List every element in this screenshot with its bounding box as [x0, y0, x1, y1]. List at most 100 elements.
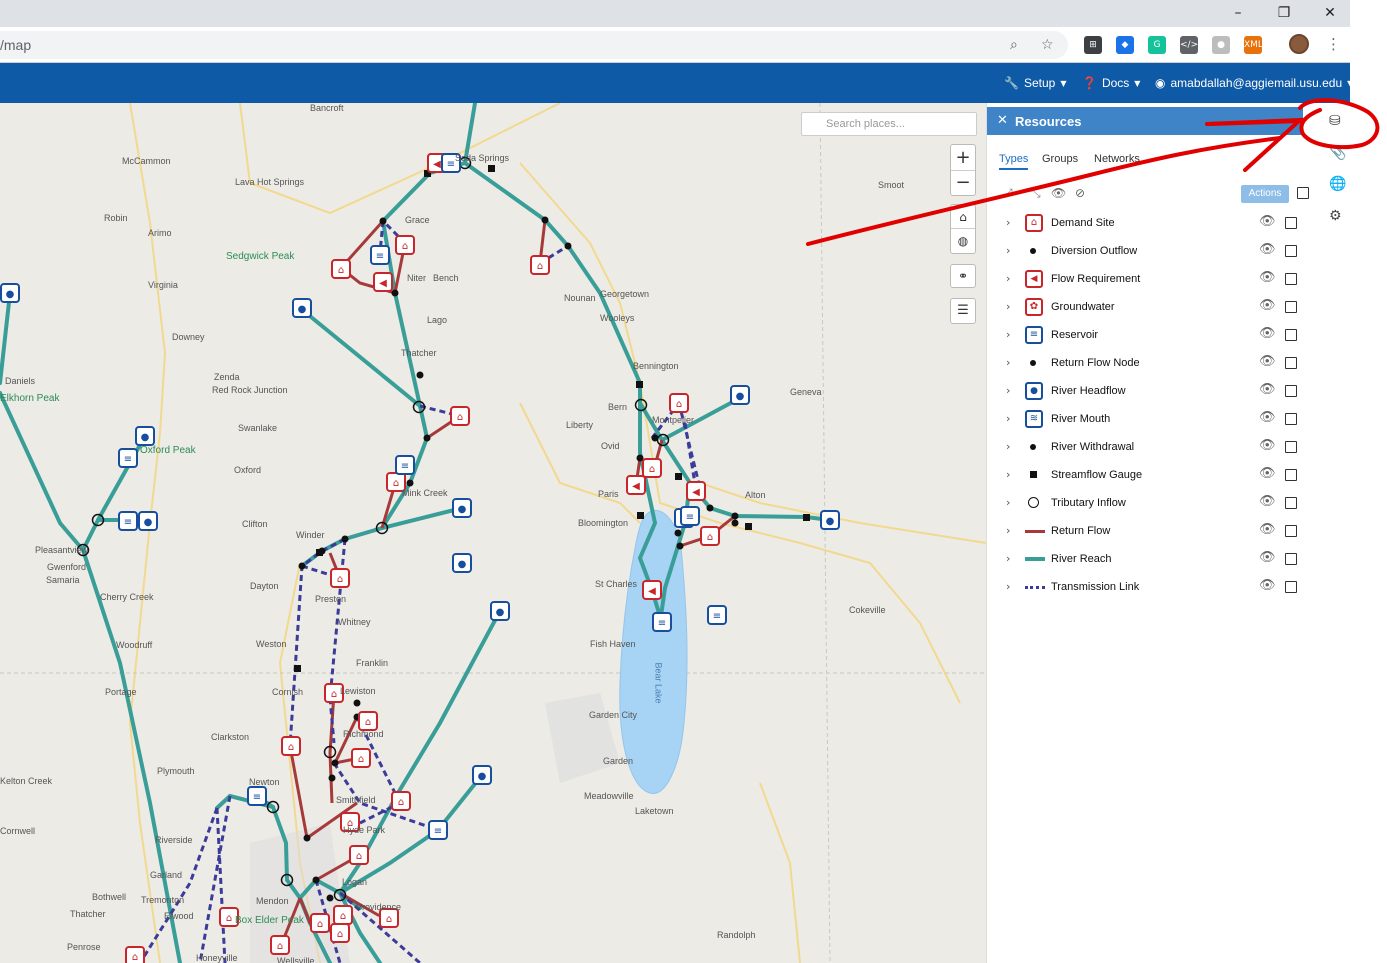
river-headflow-icon[interactable]: ● [0, 283, 20, 303]
network-map[interactable]: ⌂⌂⌂⌂⌂⌂⌂⌂⌂⌂⌂⌂⌂⌂⌂⌂⌂⌂⌂⌂⌂⌂⌂⌂◀◀◀◀◀ ●●●●●●●●●●… [0, 103, 986, 963]
demand-site-icon[interactable]: ⌂ [391, 791, 411, 811]
reservoir-icon[interactable]: ≡ [247, 786, 267, 806]
demand-site-icon[interactable]: ⌂ [358, 711, 378, 731]
resource-type-checkbox[interactable] [1285, 385, 1297, 397]
setup-menu[interactable]: 🔧 Setup ▼ [1004, 76, 1066, 90]
eye-icon[interactable]: 👁 [1259, 410, 1276, 425]
river-headflow-icon[interactable]: ● [820, 510, 840, 530]
eye-icon[interactable]: 👁 [1259, 578, 1276, 593]
river-headflow-icon[interactable]: ● [490, 601, 510, 621]
zoom-icon[interactable]: ⌕ [1010, 37, 1018, 53]
river-headflow-icon[interactable]: ● [452, 553, 472, 573]
resource-type-row[interactable]: › ≋ River Mouth 👁 [987, 406, 1303, 434]
resource-type-row[interactable]: › Diversion Outflow 👁 [987, 238, 1303, 266]
link-icon[interactable]: ⚭ [950, 264, 976, 288]
resource-type-row[interactable]: › ≡ Reservoir 👁 [987, 322, 1303, 350]
eye-icon[interactable]: 👁 [1259, 298, 1276, 313]
flow-requirement-icon[interactable]: ◀ [686, 481, 706, 501]
demand-site-icon[interactable]: ⌂ [395, 235, 415, 255]
eye-icon[interactable]: 👁 [1259, 494, 1276, 509]
browser-menu-icon[interactable]: ⋮ [1326, 35, 1341, 53]
url-text[interactable]: /map [0, 37, 31, 53]
reservoir-icon[interactable]: ≡ [395, 455, 415, 475]
eye-icon[interactable]: 👁 [1259, 354, 1276, 369]
resource-type-row[interactable]: › ◀ Flow Requirement 👁 [987, 266, 1303, 294]
home-icon[interactable]: ⌂ [951, 205, 975, 229]
chevron-right-icon[interactable]: › [1006, 552, 1010, 565]
docs-menu[interactable]: ❓ Docs ▼ [1082, 76, 1140, 90]
search-places-input[interactable]: Search places... [801, 112, 977, 136]
eye-icon[interactable]: 👁 [1259, 270, 1276, 285]
bookmark-star-icon[interactable]: ☆ [1041, 37, 1054, 53]
demand-site-icon[interactable]: ⌂ [642, 458, 662, 478]
chevron-right-icon[interactable]: › [1006, 580, 1010, 593]
grammarly-icon[interactable]: G [1148, 36, 1166, 54]
profile-avatar[interactable] [1289, 34, 1309, 54]
resource-type-row[interactable]: › Transmission Link 👁 [987, 574, 1303, 602]
eye-icon[interactable]: 👁 [1259, 466, 1276, 481]
resource-type-row[interactable]: › ⌂ Demand Site 👁 [987, 210, 1303, 238]
river-headflow-icon[interactable]: ● [730, 385, 750, 405]
flow-requirement-icon[interactable]: ◀ [373, 272, 393, 292]
demand-site-icon[interactable]: ⌂ [450, 406, 470, 426]
database-icon[interactable]: ⛁ [1329, 113, 1341, 129]
resource-type-checkbox[interactable] [1285, 217, 1297, 229]
tab-groups[interactable]: Groups [1042, 153, 1078, 165]
demand-site-icon[interactable]: ⌂ [330, 923, 350, 943]
resource-type-checkbox[interactable] [1285, 581, 1297, 593]
resource-type-checkbox[interactable] [1285, 301, 1297, 313]
demand-site-icon[interactable]: ⌂ [125, 946, 145, 963]
demand-site-icon[interactable]: ⌂ [330, 568, 350, 588]
eye-icon[interactable]: 👁 [1259, 214, 1276, 229]
globe-view-icon[interactable]: ◍ [951, 229, 975, 253]
resource-type-checkbox[interactable] [1285, 413, 1297, 425]
minimize-icon[interactable]: – [1215, 0, 1261, 27]
paperclip-icon[interactable]: 📎 [1329, 145, 1346, 161]
river-headflow-icon[interactable]: ● [135, 426, 155, 446]
reservoir-icon[interactable]: ≡ [652, 612, 672, 632]
reservoir-icon[interactable]: ≡ [370, 245, 390, 265]
address-bar[interactable]: /map ⌕ ☆ [0, 31, 1068, 59]
demand-site-icon[interactable]: ⌂ [351, 748, 371, 768]
river-headflow-icon[interactable]: ● [138, 511, 158, 531]
zoom-out-button[interactable]: − [951, 171, 975, 195]
resource-type-checkbox[interactable] [1285, 245, 1297, 257]
chevron-right-icon[interactable]: › [1006, 356, 1010, 369]
resource-type-row[interactable]: › Return Flow Node 👁 [987, 350, 1303, 378]
restore-icon[interactable]: ❐ [1261, 0, 1307, 27]
river-headflow-icon[interactable]: ● [452, 498, 472, 518]
eye-icon[interactable]: 👁 [1259, 438, 1276, 453]
actions-button[interactable]: Actions [1241, 185, 1289, 203]
reservoir-icon[interactable]: ≡ [118, 511, 138, 531]
code-icon[interactable]: </> [1180, 36, 1198, 54]
demand-site-icon[interactable]: ⌂ [281, 736, 301, 756]
resource-type-checkbox[interactable] [1285, 273, 1297, 285]
demand-site-icon[interactable]: ⌂ [333, 905, 353, 925]
demand-site-icon[interactable]: ⌂ [669, 393, 689, 413]
resource-type-row[interactable]: › Tributary Inflow 👁 [987, 490, 1303, 518]
resource-type-checkbox[interactable] [1285, 469, 1297, 481]
close-panel-icon[interactable]: ✕ [997, 113, 1008, 128]
hide-all-icon[interactable]: ⊘ [1075, 186, 1085, 200]
layers-icon[interactable]: ☰ [950, 298, 976, 324]
river-headflow-icon[interactable]: ● [292, 298, 312, 318]
reservoir-icon[interactable]: ≡ [707, 605, 727, 625]
flow-requirement-icon[interactable]: ◀ [626, 475, 646, 495]
reservoir-icon[interactable]: ≡ [680, 506, 700, 526]
tab-types[interactable]: Types [999, 153, 1029, 170]
river-headflow-icon[interactable]: ● [472, 765, 492, 785]
resource-type-checkbox[interactable] [1285, 497, 1297, 509]
reservoir-icon[interactable]: ≡ [428, 820, 448, 840]
gear-icon[interactable]: ⚙ [1329, 208, 1342, 224]
chevron-right-icon[interactable]: › [1006, 524, 1010, 537]
chevron-right-icon[interactable]: › [1006, 328, 1010, 341]
resource-type-row[interactable]: › Return Flow 👁 [987, 518, 1303, 546]
resource-type-checkbox[interactable] [1285, 525, 1297, 537]
expand-all-icon[interactable]: ⤢ [1003, 186, 1013, 201]
xml-extension-icon[interactable]: XML [1244, 36, 1263, 54]
resource-type-row[interactable]: › River Reach 👁 [987, 546, 1303, 574]
resource-type-checkbox[interactable] [1285, 441, 1297, 453]
graduation-cap-icon[interactable]: ◆ [1116, 36, 1134, 54]
chevron-right-icon[interactable]: › [1006, 496, 1010, 509]
resource-type-row[interactable]: › ● River Headflow 👁 [987, 378, 1303, 406]
